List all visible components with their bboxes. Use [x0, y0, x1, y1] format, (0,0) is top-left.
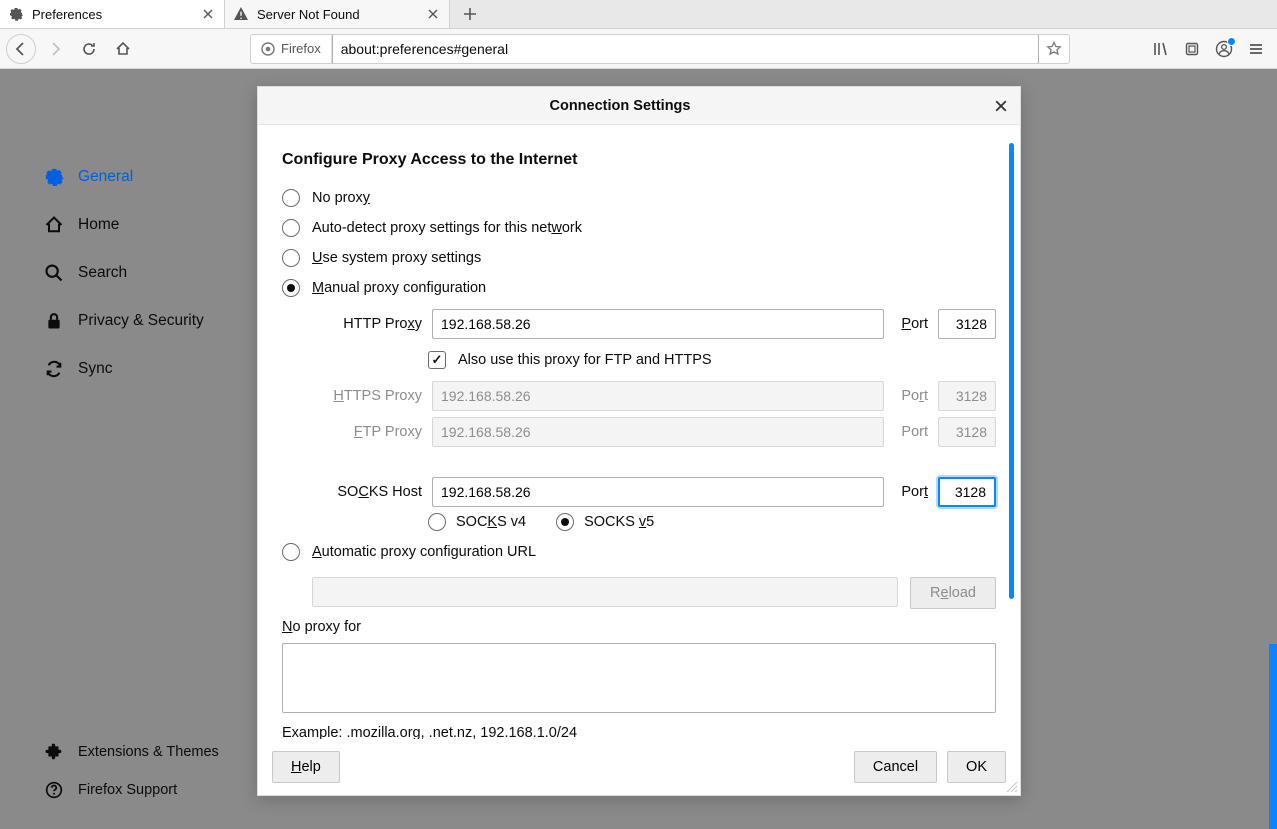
ftp-proxy-row: FTP Proxy Port [312, 417, 996, 447]
radio-no-proxy[interactable]: No proxy [282, 183, 996, 213]
forward-button [40, 34, 70, 64]
warning-icon [233, 6, 249, 22]
account-icon[interactable] [1209, 34, 1239, 64]
gear-icon [44, 167, 64, 187]
tab-server-not-found[interactable]: Server Not Found [225, 0, 450, 28]
sidebar-item-label: Sync [78, 360, 112, 378]
radio-manual[interactable]: Manual proxy configuration [282, 273, 996, 303]
tab-preferences[interactable]: Preferences [0, 0, 225, 28]
example-text: Example: .mozilla.org, .net.nz, 192.168.… [282, 725, 996, 739]
dialog-title: Connection Settings [258, 98, 982, 114]
reader-view-icon[interactable] [1177, 34, 1207, 64]
home-button[interactable] [108, 34, 138, 64]
sidebar-item-label: Extensions & Themes [78, 744, 219, 760]
http-proxy-label: HTTP Proxy [312, 316, 422, 332]
identity-box[interactable]: Firefox [251, 35, 332, 63]
sidebar-item-label: Search [78, 264, 127, 282]
dialog-scrollbar[interactable] [1009, 143, 1014, 599]
ftp-proxy-label: FTP Proxy [312, 424, 422, 440]
https-port-label: Port [894, 388, 928, 404]
sidebar-item-extensions[interactable]: Extensions & Themes [0, 733, 250, 771]
search-icon [44, 263, 64, 283]
radio-socks4[interactable] [428, 513, 446, 531]
no-proxy-for-label: No proxy for [282, 619, 996, 635]
ftp-proxy-input [432, 417, 884, 447]
tab-title: Preferences [32, 7, 192, 22]
url-bar[interactable]: Firefox [250, 34, 1070, 64]
dialog-footer: Help Cancel OK [258, 739, 1020, 795]
lock-icon [44, 311, 64, 331]
page-scrollbar[interactable] [1269, 644, 1277, 829]
dialog-heading: Configure Proxy Access to the Internet [282, 151, 996, 169]
ftp-port-input [938, 417, 996, 447]
nav-toolbar: Firefox [0, 29, 1277, 69]
back-button[interactable] [6, 34, 36, 64]
no-proxy-for-textarea[interactable] [282, 643, 996, 713]
reload-button[interactable] [74, 34, 104, 64]
close-icon[interactable] [982, 87, 1020, 125]
ftp-port-label: Port [894, 424, 928, 440]
http-proxy-input[interactable] [432, 309, 884, 339]
http-port-input[interactable] [938, 309, 996, 339]
sidebar-item-label: Home [78, 216, 119, 234]
help-button[interactable]: Help [272, 751, 340, 783]
new-tab-button[interactable] [456, 2, 484, 26]
gear-icon [8, 6, 24, 22]
reload-button: Reload [910, 577, 996, 609]
radio-use-system[interactable]: Use system proxy settings [282, 243, 996, 273]
puzzle-icon [44, 742, 64, 762]
close-icon[interactable] [425, 6, 441, 22]
https-port-input [938, 381, 996, 411]
sidebar-item-support[interactable]: Firefox Support [0, 771, 250, 809]
sync-icon [44, 359, 64, 379]
socks-host-row: SOCKS Host Port [312, 477, 996, 507]
app-menu-icon[interactable] [1241, 34, 1271, 64]
radio-socks5[interactable] [556, 513, 574, 531]
sidebar-item-privacy[interactable]: Privacy & Security [0, 297, 250, 345]
sidebar-item-label: Privacy & Security [78, 312, 204, 330]
home-icon [44, 215, 64, 235]
sidebar-item-search[interactable]: Search [0, 249, 250, 297]
dialog-body: Configure Proxy Access to the Internet N… [258, 125, 1020, 739]
tab-strip: Preferences Server Not Found [0, 0, 1277, 29]
sidebar-item-label: General [78, 168, 133, 186]
ok-button[interactable]: OK [947, 751, 1006, 783]
socks-port-label: Port [894, 484, 928, 500]
http-port-label: Port [894, 316, 928, 332]
radio-auto-config-url[interactable]: Automatic proxy configuration URL [282, 537, 996, 567]
resize-grip-icon[interactable] [1004, 779, 1018, 793]
pac-url-input [312, 577, 898, 607]
sidebar-item-label: Firefox Support [78, 782, 177, 798]
cancel-button[interactable]: Cancel [854, 751, 937, 783]
bookmark-star-icon[interactable] [1039, 41, 1069, 57]
socks-host-label: SOCKS Host [312, 484, 422, 500]
sidebar-item-home[interactable]: Home [0, 201, 250, 249]
http-proxy-row: HTTP Proxy Port [312, 309, 996, 339]
question-icon [44, 780, 64, 800]
https-proxy-input [432, 381, 884, 411]
identity-label: Firefox [281, 41, 321, 56]
close-icon[interactable] [200, 6, 216, 22]
firefox-icon [261, 42, 275, 56]
radio-auto-detect[interactable]: Auto-detect proxy settings for this netw… [282, 213, 996, 243]
socks-port-input[interactable] [938, 477, 996, 507]
also-use-label: Also use this proxy for FTP and HTTPS [458, 352, 712, 368]
https-proxy-row: HTTPS Proxy Port [312, 381, 996, 411]
preferences-sidebar: General Home Search Privacy & Security S… [0, 69, 250, 829]
https-proxy-label: HTTPS Proxy [312, 388, 422, 404]
connection-settings-dialog: Connection Settings Configure Proxy Acce… [257, 86, 1021, 796]
dialog-titlebar: Connection Settings [258, 87, 1020, 125]
checkbox-also-use[interactable]: Also use this proxy for FTP and HTTPS [428, 345, 996, 375]
socks-host-input[interactable] [432, 477, 884, 507]
tab-title: Server Not Found [257, 7, 417, 22]
library-icon[interactable] [1145, 34, 1175, 64]
url-input[interactable] [332, 34, 1039, 64]
sidebar-item-general[interactable]: General [0, 153, 250, 201]
sidebar-item-sync[interactable]: Sync [0, 345, 250, 393]
